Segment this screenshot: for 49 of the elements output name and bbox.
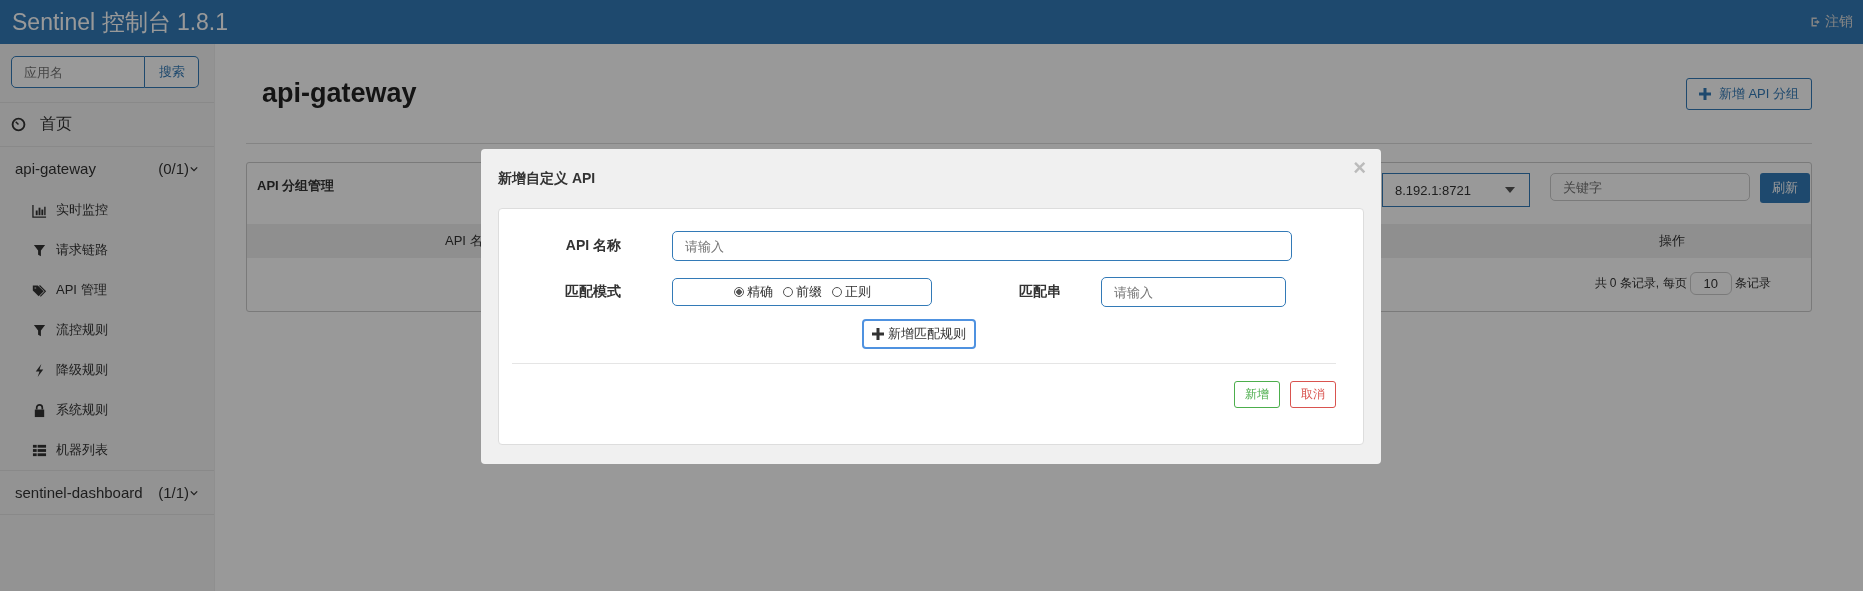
filter-icon <box>32 322 47 338</box>
api-name-field[interactable]: 请输入 <box>672 231 1292 261</box>
radio-option[interactable]: 前缀 <box>782 283 822 301</box>
add-api-group-button[interactable]: 新增 API 分组 <box>1685 77 1812 110</box>
sidebar-item[interactable]: 机器列表 <box>0 430 214 470</box>
chevron-icon <box>190 488 198 497</box>
records-label: 条记录 <box>1735 274 1771 292</box>
sidebar-item[interactable]: 降级规则 <box>0 350 214 390</box>
sidebar-item[interactable]: API 管理 <box>0 270 214 310</box>
radio-option[interactable]: 正则 <box>831 283 871 301</box>
column-header: 操作 <box>1659 232 1685 250</box>
list-icon <box>32 442 47 458</box>
home-link[interactable]: 首页 <box>0 103 214 147</box>
refresh-button[interactable]: 刷新 <box>1760 173 1810 203</box>
logout-icon <box>1810 16 1822 28</box>
sidebar-item[interactable]: 请求链路 <box>0 230 214 270</box>
lock-icon <box>32 402 47 418</box>
panel-title: API 分组管理 <box>257 177 335 195</box>
filter-icon <box>32 242 47 258</box>
field-label: API 名称 <box>564 237 621 255</box>
field-label: 匹配模式 <box>564 283 621 301</box>
pattern-field[interactable]: 请输入 <box>1101 277 1286 307</box>
chevron-icon <box>190 164 198 173</box>
add-rule-button[interactable]: 新增匹配规则 <box>861 319 976 349</box>
caret-icon <box>1505 187 1515 193</box>
plus-icon <box>1698 87 1711 100</box>
sidebar-item[interactable]: 实时监控 <box>0 190 214 230</box>
app-menu-item[interactable]: sentinel-dashboard (1/1) <box>0 471 214 515</box>
radio-option[interactable]: 精确 <box>733 283 773 301</box>
tags-icon <box>32 282 47 298</box>
search-button[interactable]: 搜索 <box>145 56 199 88</box>
keyword-field[interactable]: 关键字 <box>1550 173 1750 201</box>
app-title: Sentinel 控制台 1.8.1 <box>12 7 229 37</box>
field-label: 匹配串 <box>1019 283 1062 301</box>
cancel-button[interactable]: 取消 <box>1290 381 1336 408</box>
plus-icon <box>871 328 884 340</box>
page-size-field[interactable]: 10 <box>1689 271 1732 295</box>
sidebar-item[interactable]: 流控规则 <box>0 310 214 350</box>
record-count: 共 0 条记录, 每页 <box>1594 274 1687 292</box>
app-search-field[interactable]: 应用名 <box>11 56 145 88</box>
page-title: api-gateway <box>262 78 417 109</box>
dashboard-icon <box>11 117 26 132</box>
submit-button[interactable]: 新增 <box>1234 381 1280 408</box>
bar-chart-icon <box>32 202 47 218</box>
column-header: API 名 <box>445 232 483 250</box>
sidebar-item[interactable]: 系统规则 <box>0 390 214 430</box>
app-menu-item[interactable]: api-gateway (0/1) <box>0 147 214 190</box>
modal-title: 新增自定义 API <box>498 169 596 188</box>
machine-select[interactable]: 8.192.1:8721 <box>1382 173 1530 207</box>
